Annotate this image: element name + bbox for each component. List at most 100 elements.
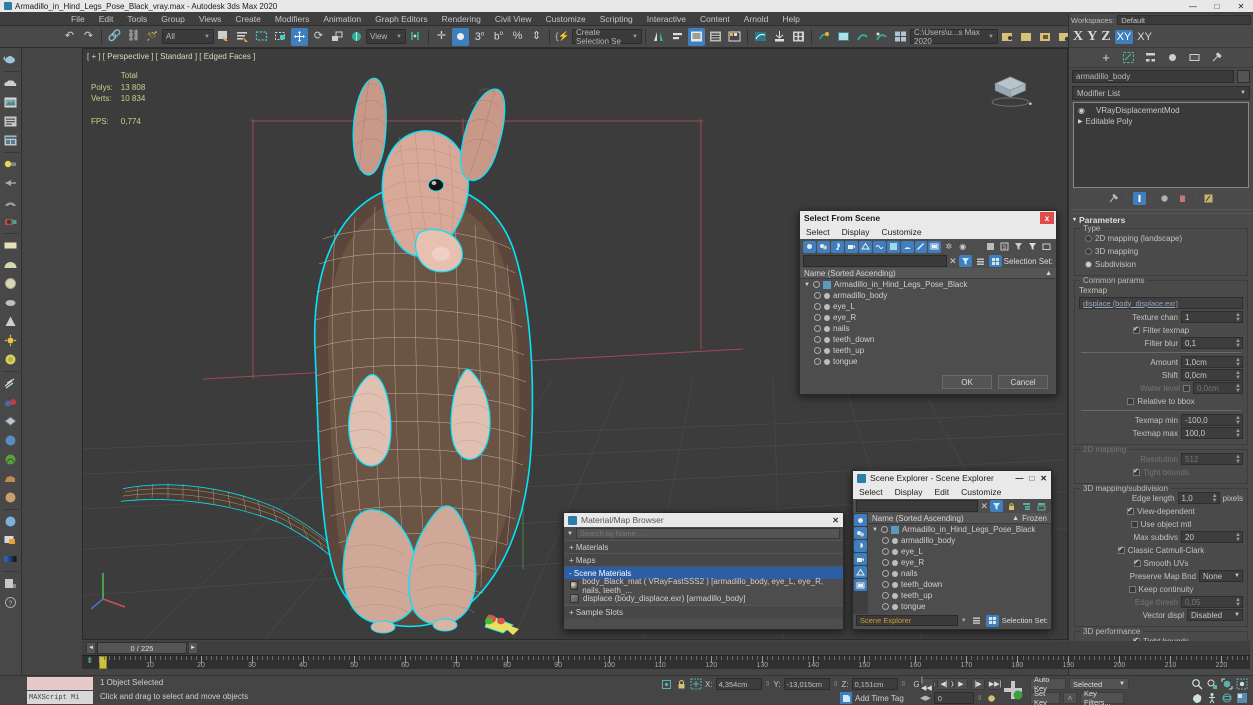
axis-plane-cycle-button[interactable]: XY xyxy=(1137,31,1152,43)
cancel-button[interactable]: Cancel xyxy=(998,375,1048,389)
eye-icon[interactable] xyxy=(814,336,821,343)
tree-item-armadillo_body[interactable]: armadillo_body xyxy=(868,535,1051,546)
mirror-icon[interactable]: {⚡ xyxy=(554,28,571,46)
layer-list-icon[interactable] xyxy=(970,615,983,627)
reference-coordinate-combo[interactable]: View ▼ xyxy=(366,29,406,44)
window-crossing-toggle-icon[interactable] xyxy=(272,28,289,46)
maximize-button[interactable]: □ xyxy=(1029,474,1034,483)
isolate-selection-icon[interactable] xyxy=(690,678,702,690)
vray-fur-icon[interactable] xyxy=(2,450,20,468)
menu-item-edit[interactable]: Edit xyxy=(92,12,121,26)
sfs-menu-display[interactable]: Display xyxy=(842,227,870,237)
modifier-stack-item-editablepoly[interactable]: ▶ Editable Poly xyxy=(1076,116,1246,127)
menu-item-arnold[interactable]: Arnold xyxy=(737,12,776,26)
close-button[interactable]: ✕ xyxy=(832,516,843,525)
coord-y-field[interactable]: -13,015cm xyxy=(783,678,830,690)
goto-start-button[interactable]: |◀◀ xyxy=(920,677,934,692)
radio-subdivision[interactable]: Subdivision xyxy=(1079,258,1243,270)
filter-helpers-icon[interactable] xyxy=(854,566,867,578)
water-level-spinner[interactable]: 0,0cm ▲ ▼ xyxy=(1193,382,1243,394)
help-icon[interactable]: ? xyxy=(2,593,20,611)
menu-item-content[interactable]: Content xyxy=(693,12,737,26)
tree-item-eye_L[interactable]: eye_L xyxy=(868,546,1051,557)
texmap-max-spinner[interactable]: 100,0 ▲ ▼ xyxy=(1181,427,1243,439)
spinner-snap-icon[interactable]: bo xyxy=(490,28,507,46)
angle-snap-degrees-icon[interactable]: 3o xyxy=(471,28,488,46)
collapse-all-icon[interactable] xyxy=(984,241,997,253)
lock-icon[interactable] xyxy=(1005,500,1018,512)
open-ui-layout-icon[interactable] xyxy=(892,28,909,46)
minimize-button[interactable]: — xyxy=(1181,0,1205,12)
timeline-ruler[interactable]: 10 20 30 40 50 60 70 80 90 100 110 120 130 140 150 160 1… xyxy=(82,655,1250,669)
coord-z-field[interactable]: 0,151cm xyxy=(851,678,898,690)
eye-icon[interactable] xyxy=(882,559,889,566)
undo-icon[interactable]: ↶ xyxy=(61,28,78,46)
unlink-selection-icon[interactable]: ⛓ xyxy=(125,28,142,46)
filter-spacewarps-icon[interactable] xyxy=(872,240,886,253)
filter-xrefs-icon[interactable] xyxy=(900,240,914,253)
menu-item-interactive[interactable]: Interactive xyxy=(640,12,693,26)
tree-column-header[interactable]: Name (Sorted Ascending) ▲ xyxy=(800,268,1056,279)
select-by-name-icon[interactable] xyxy=(234,28,251,46)
search-filter-icon[interactable] xyxy=(990,500,1003,512)
eye-icon[interactable] xyxy=(882,537,889,544)
tab-modify[interactable] xyxy=(1120,50,1137,66)
key-filters-button[interactable]: Key Filters... xyxy=(1080,689,1124,705)
current-frame-display[interactable]: 0 / 225 xyxy=(97,642,187,654)
menu-item-tools[interactable]: Tools xyxy=(120,12,154,26)
zoom-all-icon[interactable] xyxy=(1205,677,1219,690)
resolution-spinner[interactable]: 512 ▲ ▼ xyxy=(1181,453,1243,465)
sort-ascending-icon[interactable]: ▲ xyxy=(1045,270,1056,277)
radio-icon[interactable] xyxy=(1085,247,1092,255)
clear-search-icon[interactable]: ✕ xyxy=(949,256,957,267)
tree-item-teeth_up[interactable]: teeth_up xyxy=(868,590,1051,601)
collapse-tree-icon[interactable] xyxy=(1035,500,1048,512)
object-color-swatch[interactable] xyxy=(1237,69,1250,83)
prev-key-button[interactable]: ◄ xyxy=(86,642,96,654)
rendered-frame-window-icon[interactable] xyxy=(835,28,852,46)
spinner-arrows-icon[interactable]: ▲ ▼ xyxy=(1235,357,1241,368)
object-name-field[interactable]: armadillo_body xyxy=(1072,69,1234,83)
show-end-result-icon[interactable] xyxy=(1132,191,1146,205)
filter-lights-icon[interactable] xyxy=(854,540,867,552)
layer-box-icon[interactable] xyxy=(1040,241,1053,253)
vray-camera-icon[interactable] xyxy=(2,212,20,230)
amount-spinner[interactable]: 1,0cm ▲ ▼ xyxy=(1181,356,1243,368)
modifier-stack-item-vraydisplacementmod[interactable]: ◉ VRayDisplacementMod xyxy=(1076,105,1246,116)
hdri-sphere-icon[interactable] xyxy=(2,350,20,368)
toggle-ribbon-icon[interactable] xyxy=(726,28,743,46)
scene-tree[interactable]: ▼ Armadillo_in_Hind_Legs_Pose_Black arma… xyxy=(800,279,1056,367)
sfs-menu-customize[interactable]: Customize xyxy=(882,227,922,237)
menu-item-animation[interactable]: Animation xyxy=(316,12,368,26)
sample-slots-group-header[interactable]: + Sample Slots xyxy=(564,605,843,618)
tight-bounds-2d-checkbox[interactable] xyxy=(1133,467,1141,476)
cone-primitive-icon[interactable] xyxy=(2,312,20,330)
select-and-rotate-icon[interactable]: ⟳ xyxy=(310,28,327,46)
track-bar[interactable]: ◄ 0 / 225 ► 10 20 30 40 50 60 70 80 90 100 110 120 1… xyxy=(82,641,1250,669)
search-filter-icon[interactable] xyxy=(958,255,972,267)
set-key-big-button[interactable] xyxy=(1002,678,1024,702)
pan-icon[interactable] xyxy=(1190,691,1204,704)
vray-light-dome-icon[interactable] xyxy=(2,193,20,211)
freeze-icon[interactable]: ✲ xyxy=(942,241,955,253)
render-presets-icon[interactable] xyxy=(2,131,20,149)
radio-2d-mapping[interactable]: 2D mapping (landscape) xyxy=(1079,232,1243,244)
gradient-ramp-icon[interactable] xyxy=(2,550,20,568)
axis-xy-button[interactable]: XY xyxy=(1114,29,1134,44)
tree-item-armadillo_body[interactable]: armadillo_body xyxy=(800,290,1056,301)
select-and-scale-icon[interactable] xyxy=(329,28,346,46)
sphere-primitive-icon[interactable] xyxy=(2,255,20,273)
tree-root-row[interactable]: ▼ Armadillo_in_Hind_Legs_Pose_Black xyxy=(800,279,1056,290)
se-menu-select[interactable]: Select xyxy=(859,487,883,497)
vector-displ-combo[interactable]: Disabled ▼ xyxy=(1187,609,1243,621)
spinner-arrows-icon[interactable]: ▲ ▼ xyxy=(1235,415,1241,426)
minimize-button[interactable]: — xyxy=(1015,474,1023,483)
expand-all-icon[interactable] xyxy=(970,241,983,253)
toggle-layer-explorer-icon[interactable] xyxy=(707,28,724,46)
lock-selection-icon[interactable] xyxy=(676,679,687,690)
tree-item-nails[interactable]: nails xyxy=(868,568,1051,579)
filter-funnel-icon[interactable] xyxy=(1026,241,1039,253)
visibility-icon[interactable]: ◉ xyxy=(956,241,969,253)
texmap-button[interactable]: displace (body_displace.exr) xyxy=(1079,297,1243,309)
backburner-icon[interactable] xyxy=(2,574,20,592)
